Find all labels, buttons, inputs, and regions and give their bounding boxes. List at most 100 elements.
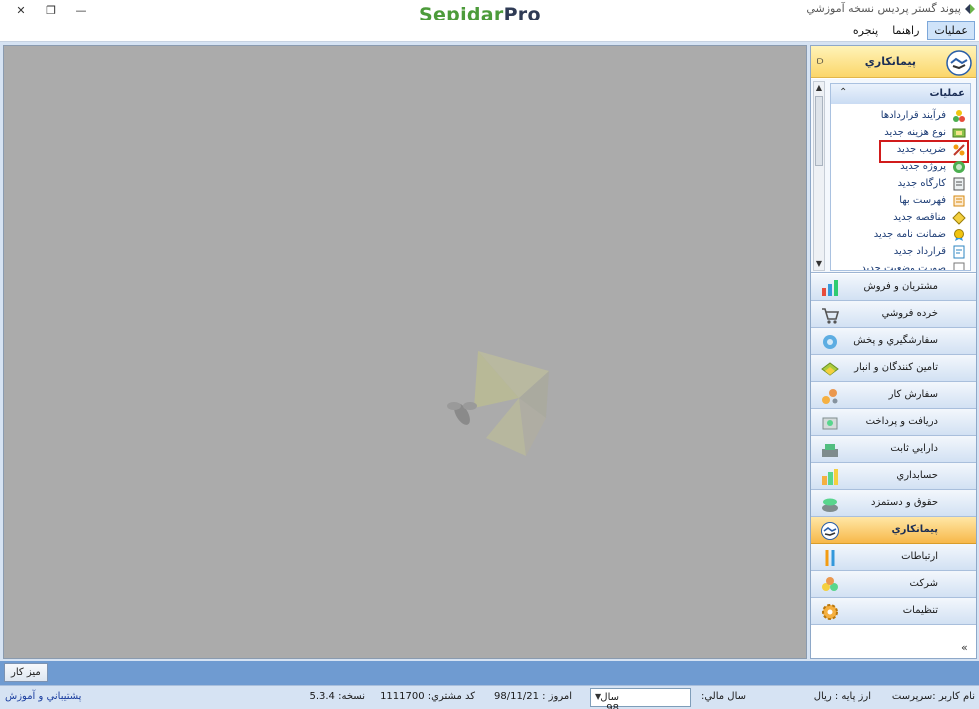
section-label: پيمانكاري <box>891 524 938 535</box>
section-receive-pay[interactable]: دريافت و پرداخت <box>811 409 976 436</box>
sales-chart-icon <box>822 280 838 296</box>
task-label: صورت وضعيت جديد <box>861 263 946 271</box>
tasks-scrollbar[interactable]: ▲ ▼ <box>813 81 825 271</box>
menu-window[interactable]: پنجره <box>847 22 884 39</box>
task-list: فرآيند قراردادها نوع هزينه جديد ضريب جدي… <box>831 104 970 271</box>
tasks-header[interactable]: عمليات ⌃ <box>831 84 970 104</box>
menu-operations[interactable]: عمليات <box>927 21 975 40</box>
section-label: حسابداري <box>896 470 938 481</box>
guarantee-icon <box>954 228 964 241</box>
status-fiscal-year-label: سال مالي: <box>700 691 746 702</box>
pin-icon[interactable]: ⫏ <box>817 54 823 68</box>
task-new-coefficient[interactable]: ضريب جديد <box>831 140 970 163</box>
status-user: نام كاربر :سرپرست <box>891 691 975 702</box>
workspace-area <box>3 45 807 659</box>
task-contract-process[interactable]: فرآيند قراردادها <box>831 107 970 124</box>
fiscal-year-select[interactable]: سال 98 ▼ <box>590 688 691 709</box>
cost-type-icon <box>952 128 966 137</box>
task-new-guarantee[interactable]: ضمانت نامه جديد <box>831 226 970 243</box>
section-label: خرده فروشي <box>881 308 938 319</box>
menu-help[interactable]: راهنما <box>886 22 925 39</box>
status-customer-code: كد مشتري: 1111700 <box>380 691 475 702</box>
section-label: سفارش كار <box>888 389 938 400</box>
tasks-area: ▲ ▼ عمليات ⌃ فرآيند قراردادها نوع هزينه … <box>811 79 976 273</box>
scroll-thumb[interactable] <box>815 96 823 166</box>
status-bar: نام كاربر :سرپرست ارز پايه : ريال سال ما… <box>0 685 979 709</box>
section-label: حقوق و دستمزد <box>871 497 938 508</box>
section-payroll[interactable]: حقوق و دستمزد <box>811 490 976 517</box>
communication-icon <box>825 550 835 566</box>
task-label: فرآيند قراردادها <box>880 110 946 121</box>
side-panel: پيمانكاري ⫏ ▲ ▼ عمليات ⌃ فرآيند قرارداده… <box>810 45 977 659</box>
payment-icon <box>822 417 838 430</box>
section-work-order[interactable]: سفارش كار <box>811 382 976 409</box>
task-new-tender[interactable]: مناقصه جديد <box>831 209 970 226</box>
close-icon[interactable]: ✕ <box>6 2 36 18</box>
task-label: نوع هزينه جديد <box>884 127 946 138</box>
accounting-icon <box>822 469 838 485</box>
task-label: مناقصه جديد <box>893 212 946 223</box>
chevron-down-icon: ▼ <box>595 692 602 701</box>
task-label: ضمانت نامه جديد <box>873 229 946 240</box>
task-label: فهرست بها <box>899 195 946 206</box>
menu-bar: عمليات راهنما پنجره <box>0 20 979 42</box>
project-icon <box>953 160 965 173</box>
task-new-contract[interactable]: قرارداد جديد <box>831 243 970 260</box>
task-new-project[interactable]: پروژه جديد <box>831 158 970 175</box>
task-price-list[interactable]: فهرست بها <box>831 192 970 209</box>
warehouse-icon <box>821 362 839 376</box>
section-label: دارايي ثابت <box>890 443 938 454</box>
minimize-icon[interactable]: — <box>66 2 96 18</box>
section-customers-sales[interactable]: مشتريان و فروش <box>811 274 976 301</box>
work-order-icon <box>822 389 838 404</box>
tender-icon <box>952 210 966 225</box>
bee-watermark-icon <box>447 351 549 456</box>
section-ordering-distribution[interactable]: سفارشگيري و پخش <box>811 328 976 355</box>
tasks-box: عمليات ⌃ فرآيند قراردادها نوع هزينه جديد… <box>830 83 971 271</box>
percent-icon <box>953 143 965 156</box>
desktop-taskbar: ميز كار <box>0 661 979 685</box>
task-new-cost-type[interactable]: نوع هزينه جديد <box>831 124 970 141</box>
section-label: دريافت و پرداخت <box>865 416 938 427</box>
task-new-workshop[interactable]: كارگاه جديد <box>831 175 970 192</box>
distribution-icon <box>823 335 837 349</box>
section-label: مشتريان و فروش <box>863 281 938 292</box>
section-label: شركت <box>909 578 938 589</box>
settings-icon <box>822 604 838 620</box>
panel-header: پيمانكاري ⫏ <box>811 46 976 78</box>
section-communications[interactable]: ارتباطات <box>811 544 976 571</box>
company-icon <box>822 577 838 591</box>
pricelist-icon <box>953 195 965 206</box>
task-label: قرارداد جديد <box>893 246 946 257</box>
title-bar: ✕ ❐ — SepidarPro پيوند گستر پرديس نسخه آ… <box>0 0 979 26</box>
module-sections: مشتريان و فروش خرده فروشي سفارشگيري و پخ… <box>811 274 976 625</box>
panel-title: پيمانكاري <box>864 55 916 68</box>
collapse-icon[interactable]: ⌃ <box>839 87 847 98</box>
section-label: تنظيمات <box>902 605 938 616</box>
section-contracting[interactable]: پيمانكاري <box>811 517 976 544</box>
section-suppliers-warehouse[interactable]: تامين كنندگان و انبار <box>811 355 976 382</box>
section-fixed-assets[interactable]: دارايي ثابت <box>811 436 976 463</box>
payroll-icon <box>822 498 838 512</box>
restore-icon[interactable]: ❐ <box>36 2 66 18</box>
tasks-title: عمليات <box>929 88 965 99</box>
window-controls: ✕ ❐ — <box>6 2 96 18</box>
support-link[interactable]: پشتيباني و آموزش <box>5 691 81 702</box>
scroll-up-icon[interactable]: ▲ <box>814 83 824 93</box>
section-label: سفارشگيري و پخش <box>853 335 938 346</box>
section-retail[interactable]: خرده فروشي <box>811 301 976 328</box>
asset-icon <box>822 444 838 457</box>
cart-icon <box>822 308 840 324</box>
status-version: نسخه: 5.3.4 <box>309 691 365 702</box>
section-accounting[interactable]: حسابداري <box>811 463 976 490</box>
handshake-icon <box>946 50 972 76</box>
more-sections-button[interactable]: » <box>811 640 976 658</box>
window-title: پيوند گستر پرديس نسخه آموزشي <box>806 2 961 15</box>
section-company[interactable]: شركت <box>811 571 976 598</box>
section-label: ارتباطات <box>901 551 938 562</box>
desktop-button[interactable]: ميز كار <box>4 663 48 682</box>
scroll-down-icon[interactable]: ▼ <box>814 259 824 269</box>
status-today: امروز : 98/11/21 <box>494 691 572 702</box>
task-new-statement[interactable]: صورت وضعيت جديد <box>831 260 970 271</box>
section-settings[interactable]: تنظيمات <box>811 598 976 625</box>
